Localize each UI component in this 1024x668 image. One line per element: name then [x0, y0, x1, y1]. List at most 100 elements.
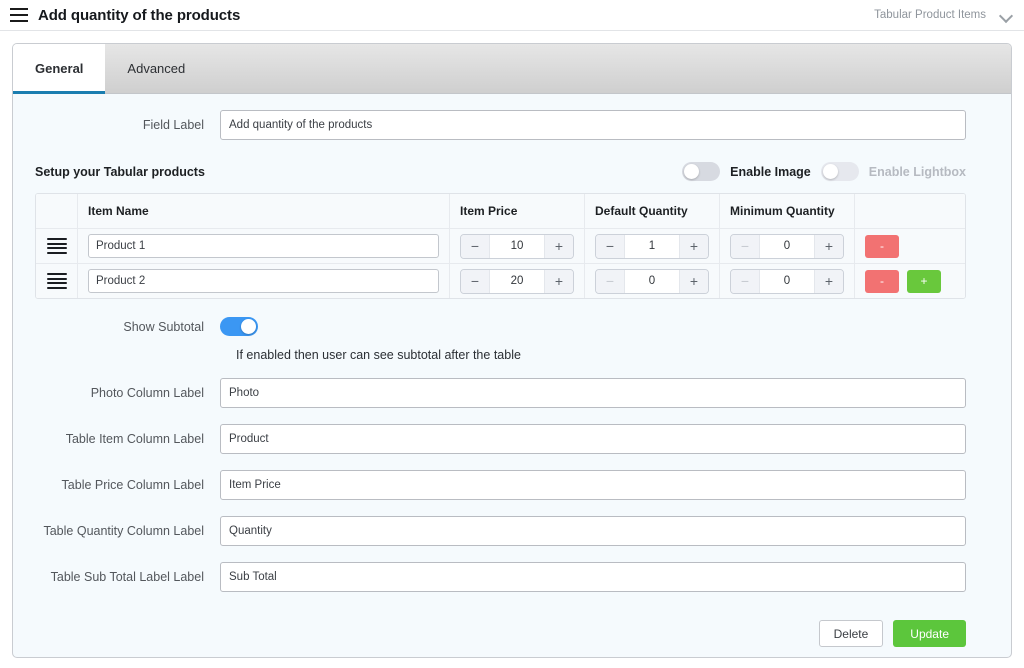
item-price-value[interactable]: 10	[490, 235, 544, 258]
table-subtotal-label-input[interactable]	[220, 562, 966, 592]
table-price-column-label-caption: Table Price Column Label	[35, 478, 220, 492]
minimum-quantity-increment[interactable]: +	[814, 270, 843, 293]
minimum-quantity-decrement[interactable]: −	[731, 270, 760, 293]
remove-row-button[interactable]: -	[865, 235, 899, 258]
chevron-down-icon[interactable]	[1000, 11, 1012, 19]
header-minimum-quantity: Minimum Quantity	[720, 194, 855, 228]
item-price-stepper[interactable]: − 20 +	[460, 269, 574, 294]
table-item-column-label-caption: Table Item Column Label	[35, 432, 220, 446]
header-item-price: Item Price	[450, 194, 585, 228]
item-name-input[interactable]	[88, 269, 439, 293]
photo-column-label-row: Photo Column Label	[35, 378, 989, 408]
top-bar: Add quantity of the products Tabular Pro…	[0, 0, 1024, 31]
header-handle	[36, 194, 78, 228]
minimum-quantity-value[interactable]: 0	[760, 270, 814, 293]
row-actions-cell: - +	[855, 264, 965, 298]
tab-advanced-label: Advanced	[127, 61, 185, 76]
show-subtotal-toggle[interactable]	[220, 317, 258, 336]
table-subtotal-label-row: Table Sub Total Label Label	[35, 562, 989, 592]
item-price-stepper[interactable]: − 10 +	[460, 234, 574, 259]
minimum-quantity-stepper[interactable]: − 0 +	[730, 269, 844, 294]
enable-image-label: Enable Image	[730, 165, 811, 179]
drag-handle-icon[interactable]	[47, 273, 67, 289]
default-quantity-value[interactable]: 0	[625, 270, 679, 293]
row-default-quantity-cell: − 0 +	[585, 264, 720, 298]
default-quantity-stepper[interactable]: − 0 +	[595, 269, 709, 294]
settings-card: General Advanced Field Label Setup your …	[12, 43, 1012, 658]
row-actions-cell: -	[855, 229, 965, 263]
toggle-knob	[684, 164, 699, 179]
table-item-column-label-row: Table Item Column Label	[35, 424, 989, 454]
header-default-quantity: Default Quantity	[585, 194, 720, 228]
field-type-label: Tabular Product Items	[874, 9, 986, 21]
tab-general-label: General	[35, 61, 83, 76]
row-item-name-cell	[78, 229, 450, 263]
table-price-column-label-row: Table Price Column Label	[35, 470, 989, 500]
enable-lightbox-label: Enable Lightbox	[869, 165, 966, 179]
table-quantity-column-label-input[interactable]	[220, 516, 966, 546]
show-subtotal-row: Show Subtotal	[35, 317, 989, 336]
remove-row-button[interactable]: -	[865, 270, 899, 293]
table-header-row: Item Name Item Price Default Quantity Mi…	[36, 194, 965, 228]
row-item-price-cell: − 10 +	[450, 229, 585, 263]
setup-title: Setup your Tabular products	[35, 165, 205, 179]
row-item-name-cell	[78, 264, 450, 298]
table-price-column-label-input[interactable]	[220, 470, 966, 500]
row-handle-cell	[36, 229, 78, 263]
form-actions: Delete Update	[35, 620, 966, 647]
field-label-input[interactable]	[220, 110, 966, 140]
toggle-knob	[241, 319, 256, 334]
row-minimum-quantity-cell: − 0 +	[720, 264, 855, 298]
default-quantity-decrement[interactable]: −	[596, 235, 625, 258]
row-default-quantity-cell: − 1 +	[585, 229, 720, 263]
row-minimum-quantity-cell: − 0 +	[720, 229, 855, 263]
header-actions	[855, 194, 965, 228]
table-row: − 10 + − 1 + − 0 +	[36, 228, 965, 263]
item-price-decrement[interactable]: −	[461, 235, 490, 258]
hamburger-icon[interactable]	[10, 8, 28, 22]
show-subtotal-label: Show Subtotal	[35, 320, 220, 334]
item-name-input[interactable]	[88, 234, 439, 258]
item-price-value[interactable]: 20	[490, 270, 544, 293]
default-quantity-increment[interactable]: +	[679, 235, 708, 258]
enable-lightbox-toggle[interactable]	[821, 162, 859, 181]
minimum-quantity-increment[interactable]: +	[814, 235, 843, 258]
table-quantity-column-label-caption: Table Quantity Column Label	[35, 524, 220, 538]
general-tab-panel: Field Label Setup your Tabular products …	[13, 110, 1011, 647]
photo-column-label-input[interactable]	[220, 378, 966, 408]
table-quantity-column-label-row: Table Quantity Column Label	[35, 516, 989, 546]
delete-button[interactable]: Delete	[819, 620, 884, 647]
toggle-knob	[823, 164, 838, 179]
default-quantity-decrement[interactable]: −	[596, 270, 625, 293]
default-quantity-stepper[interactable]: − 1 +	[595, 234, 709, 259]
field-label-row: Field Label	[35, 110, 989, 140]
item-price-increment[interactable]: +	[544, 235, 573, 258]
field-type-dropdown[interactable]: Tabular Product Items	[874, 9, 1012, 21]
products-table: Item Name Item Price Default Quantity Mi…	[35, 193, 966, 299]
update-button[interactable]: Update	[893, 620, 966, 647]
row-item-price-cell: − 20 +	[450, 264, 585, 298]
table-row: − 20 + − 0 + − 0 +	[36, 263, 965, 298]
tab-bar: General Advanced	[13, 44, 1011, 94]
item-price-increment[interactable]: +	[544, 270, 573, 293]
default-quantity-increment[interactable]: +	[679, 270, 708, 293]
field-label-caption: Field Label	[35, 118, 220, 132]
table-subtotal-label-caption: Table Sub Total Label Label	[35, 570, 220, 584]
item-price-decrement[interactable]: −	[461, 270, 490, 293]
tab-general[interactable]: General	[13, 44, 105, 93]
table-item-column-label-input[interactable]	[220, 424, 966, 454]
photo-column-label-caption: Photo Column Label	[35, 386, 220, 400]
page-title: Add quantity of the products	[38, 7, 240, 24]
minimum-quantity-value[interactable]: 0	[760, 235, 814, 258]
header-item-name: Item Name	[78, 194, 450, 228]
image-toggles: Enable Image Enable Lightbox	[682, 162, 966, 181]
default-quantity-value[interactable]: 1	[625, 235, 679, 258]
add-row-button[interactable]: +	[907, 270, 941, 293]
setup-header-row: Setup your Tabular products Enable Image…	[35, 162, 989, 181]
minimum-quantity-decrement[interactable]: −	[731, 235, 760, 258]
drag-handle-icon[interactable]	[47, 238, 67, 254]
tab-advanced[interactable]: Advanced	[105, 44, 207, 93]
show-subtotal-help-text: If enabled then user can see subtotal af…	[236, 348, 989, 362]
minimum-quantity-stepper[interactable]: − 0 +	[730, 234, 844, 259]
enable-image-toggle[interactable]	[682, 162, 720, 181]
